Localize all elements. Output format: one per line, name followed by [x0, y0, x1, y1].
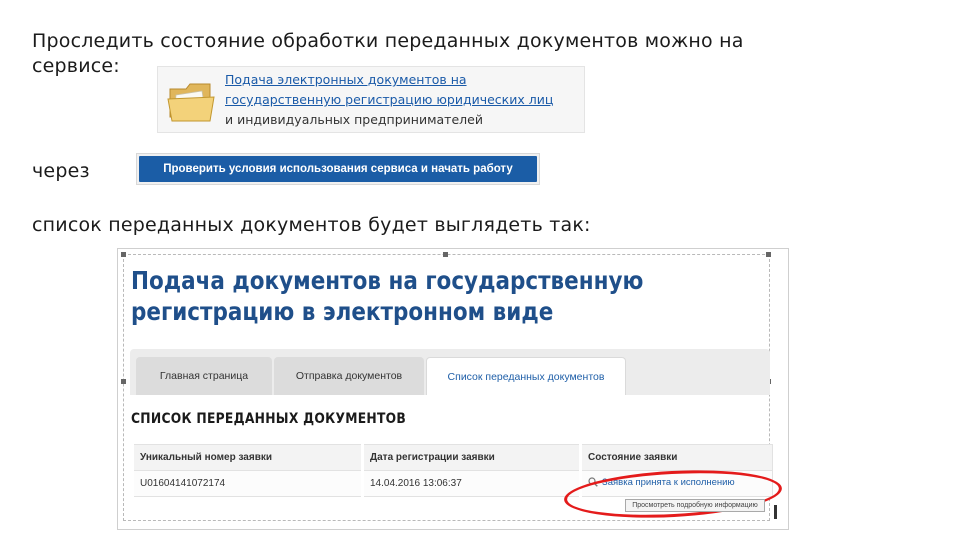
folder-icon — [167, 83, 215, 122]
details-tooltip: Просмотреть подробную информацию — [625, 499, 765, 512]
request-number-cell: U01604141072174 — [131, 470, 363, 497]
resize-handle[interactable] — [121, 379, 126, 384]
check-conditions-button[interactable]: Проверить условия использования сервиса … — [136, 153, 540, 185]
text-cursor-icon — [774, 505, 777, 519]
column-header: Состояние заявки — [579, 444, 773, 471]
tab-documents-list[interactable]: Список переданных документов — [426, 357, 626, 395]
column-header: Дата регистрации заявки — [361, 444, 581, 471]
tab-home[interactable]: Главная страница — [136, 357, 272, 395]
documents-list-screenshot: Подача документов на государственную рег… — [117, 248, 789, 530]
resize-handle[interactable] — [121, 252, 126, 257]
screenshot-title: Подача документов на государственную рег… — [131, 266, 644, 326]
registration-date-cell: 14.04.2016 13:06:37 — [361, 470, 581, 497]
check-conditions-button-label: Проверить условия использования сервиса … — [139, 156, 537, 182]
tab-send-documents[interactable]: Отправка документов — [274, 357, 424, 395]
table-header-row: Уникальный номер заявки Дата регистрации… — [131, 444, 773, 471]
service-link-card[interactable]: Подача электронных документов на государ… — [157, 66, 585, 133]
intro-text-line-2: сервисе: — [32, 55, 120, 77]
column-header: Уникальный номер заявки — [131, 444, 363, 471]
service-link-line-2[interactable]: государственную регистрацию юридических … — [225, 90, 553, 110]
via-label: через — [32, 160, 90, 182]
list-caption: список переданных документов будет выгля… — [32, 214, 591, 236]
service-link-line-1[interactable]: Подача электронных документов на — [225, 70, 553, 90]
section-title: СПИСОК ПЕРЕДАННЫХ ДОКУМЕНТОВ — [131, 411, 407, 427]
intro-text-line-1: Проследить состояние обработки переданны… — [32, 30, 744, 52]
service-link-line-3: и индивидуальных предпринимателей — [225, 112, 483, 127]
resize-handle[interactable] — [443, 252, 448, 257]
resize-handle[interactable] — [766, 252, 771, 257]
